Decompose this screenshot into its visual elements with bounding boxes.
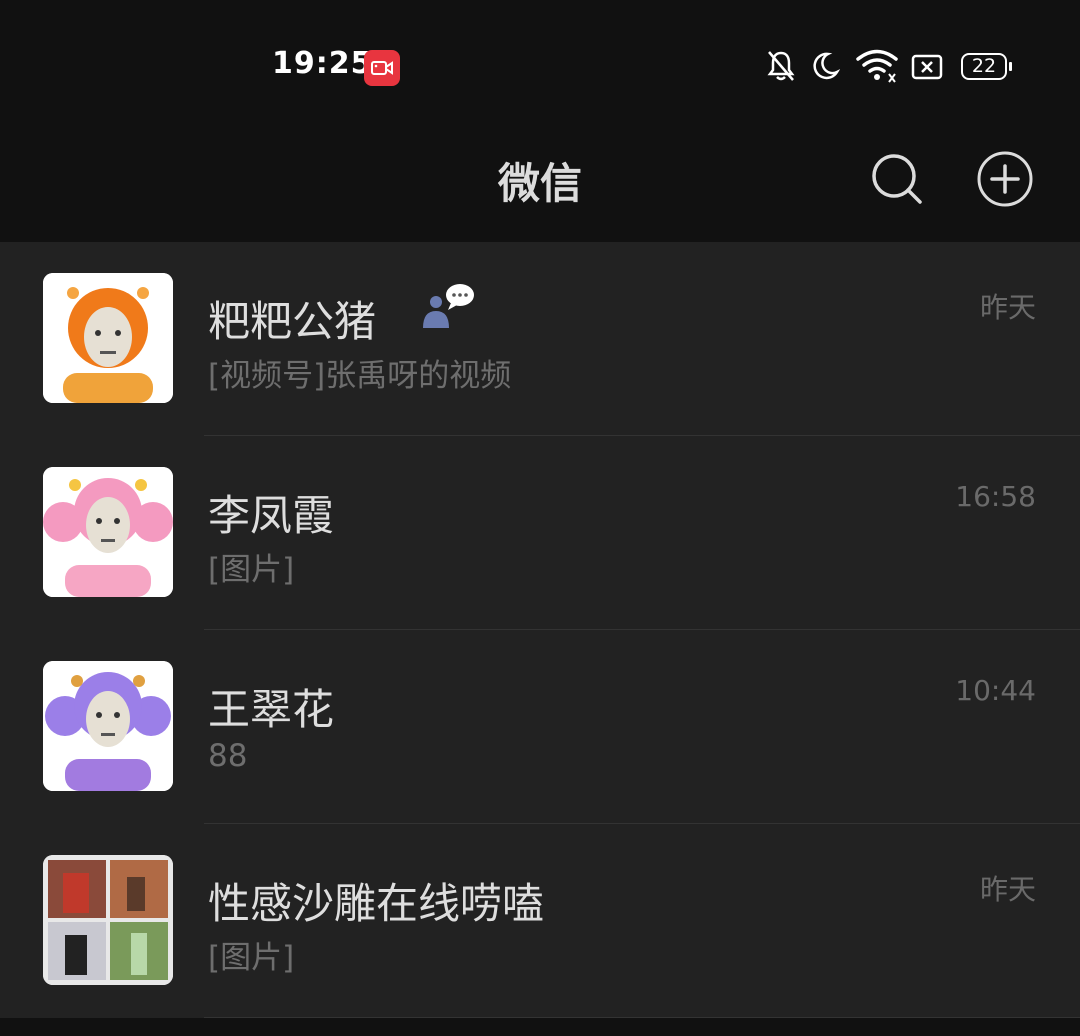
avatar — [43, 661, 173, 791]
chat-name: 性感沙雕在线唠嗑 — [208, 879, 545, 928]
chat-time: 10:44 — [955, 674, 1036, 707]
chat-list: 粑粑公猪 [视频号]张禹呀的视频 昨天 李凤霞 [图片] 16:58 王翠花 8… — [0, 242, 1080, 1036]
chat-item[interactable]: 性感沙雕在线唠嗑 [图片] 昨天 — [0, 824, 1080, 1018]
group-avatar — [43, 855, 173, 985]
chat-name: 李凤霞 — [208, 491, 335, 540]
no-sim-icon — [911, 54, 943, 80]
bottom-strip — [0, 1018, 1080, 1036]
search-icon — [872, 154, 922, 204]
chat-item[interactable]: 王翠花 88 10:44 — [0, 630, 1080, 824]
chat-name: 粑粑公猪 — [208, 297, 377, 346]
user-chat-bubble-icon — [423, 284, 474, 328]
status-bar: 19:25 22 — [0, 0, 1080, 130]
status-time: 19:25 — [272, 46, 373, 81]
chat-preview: [图片] — [208, 940, 295, 976]
chat-item[interactable]: 粑粑公猪 [视频号]张禹呀的视频 昨天 — [0, 242, 1080, 436]
moon-icon — [813, 52, 840, 80]
chat-preview: 88 — [208, 738, 248, 774]
chat-time: 昨天 — [979, 291, 1036, 324]
app-header: 微信 — [0, 130, 1080, 242]
wifi-icon — [856, 49, 898, 83]
add-button[interactable] — [976, 150, 1034, 212]
add-circle-icon — [977, 151, 1033, 207]
avatar — [43, 467, 173, 597]
chat-preview: [图片] — [208, 552, 295, 588]
chat-name: 王翠花 — [208, 685, 335, 734]
chat-preview: [视频号]张禹呀的视频 — [208, 358, 512, 394]
battery-icon: 22 — [961, 53, 1012, 80]
mute-bell-icon — [767, 51, 795, 81]
screen-record-icon — [364, 50, 400, 86]
chat-time: 16:58 — [955, 480, 1036, 513]
chat-item[interactable]: 李凤霞 [图片] 16:58 — [0, 436, 1080, 630]
search-button[interactable] — [870, 152, 924, 210]
avatar — [43, 273, 173, 403]
chat-time: 昨天 — [979, 873, 1036, 906]
